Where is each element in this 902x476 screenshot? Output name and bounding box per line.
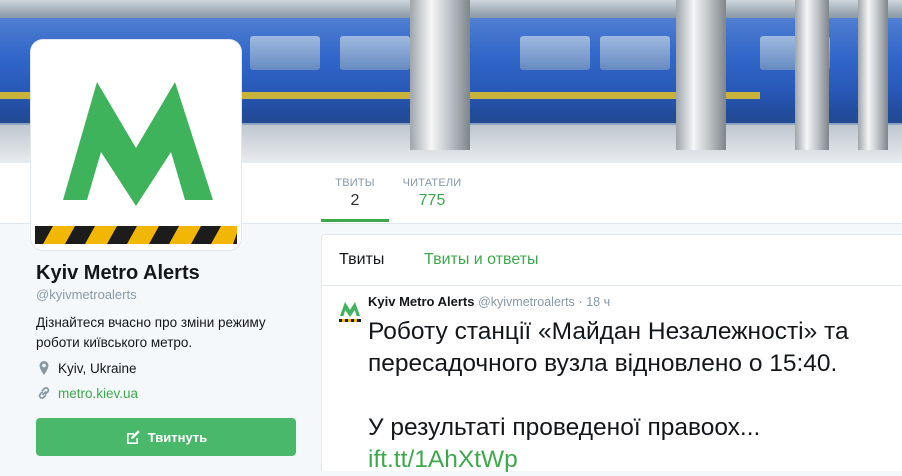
tweet-link[interactable]: ift.tt/1AhXtWp [368,446,518,473]
profile-url[interactable]: metro.kiev.ua [36,385,138,401]
tweet-author-name[interactable]: Kyiv Metro Alerts [368,294,474,309]
profile-bio: Дізнайтеся вчасно про зміни режиму робот… [36,315,266,350]
tweet-item[interactable]: Kyiv Metro Alerts @kyivmetroalerts · 18 … [322,286,902,473]
tweet-text-line2-body: У результаті проведеної правоох... [368,414,761,441]
tab-tweets-replies[interactable]: Твиты и ответы [424,251,539,269]
tweet-button-label: Твитнуть [147,429,208,445]
tweet-text-line2: У результаті проведеної правоох... ift.t… [368,412,888,476]
stat-tweets-count: 2 [350,192,360,209]
tweet-text-line1: Роботу станції «Майдан Незалежності» та … [368,318,849,377]
profile-avatar[interactable] [31,40,241,250]
tweet-header: Kyiv Metro Alerts @kyivmetroalerts · 18 … [368,294,610,309]
stat-followers-label: ЧИТАТЕЛИ [402,177,462,189]
tweet-author-handle[interactable]: @kyivmetroalerts [478,295,575,309]
stat-followers[interactable]: ЧИТАТЕЛИ 775 [398,163,466,221]
map-pin-icon [39,361,49,375]
compose-icon [126,430,140,444]
link-icon [38,387,50,399]
stat-tweets[interactable]: ТВИТЫ 2 [321,163,389,222]
profile-handle[interactable]: @kyivmetroalerts [36,287,137,302]
profile-name[interactable]: Kyiv Metro Alerts [36,262,200,285]
timeline-tabs: Твиты Твиты и ответы [322,235,902,286]
profile-location-text: Kyiv, Ukraine [58,360,137,376]
tweet-separator: · [578,295,583,309]
profile-location: Kyiv, Ukraine [36,360,137,376]
stat-tweets-label: ТВИТЫ [335,177,375,189]
tweet-avatar[interactable] [337,298,363,324]
metro-m-logo [35,82,237,244]
profile-url-text[interactable]: metro.kiev.ua [58,386,138,401]
stat-followers-count: 775 [418,192,446,209]
tab-tweets[interactable]: Твиты [339,251,384,269]
timeline: Твиты Твиты и ответы Kyiv Metro Alerts @… [321,234,902,473]
tweet-timestamp[interactable]: 18 ч [586,295,610,309]
tweet-button[interactable]: Твитнуть [36,418,296,456]
tweet-text: Роботу станції «Майдан Незалежності» та … [368,316,888,476]
